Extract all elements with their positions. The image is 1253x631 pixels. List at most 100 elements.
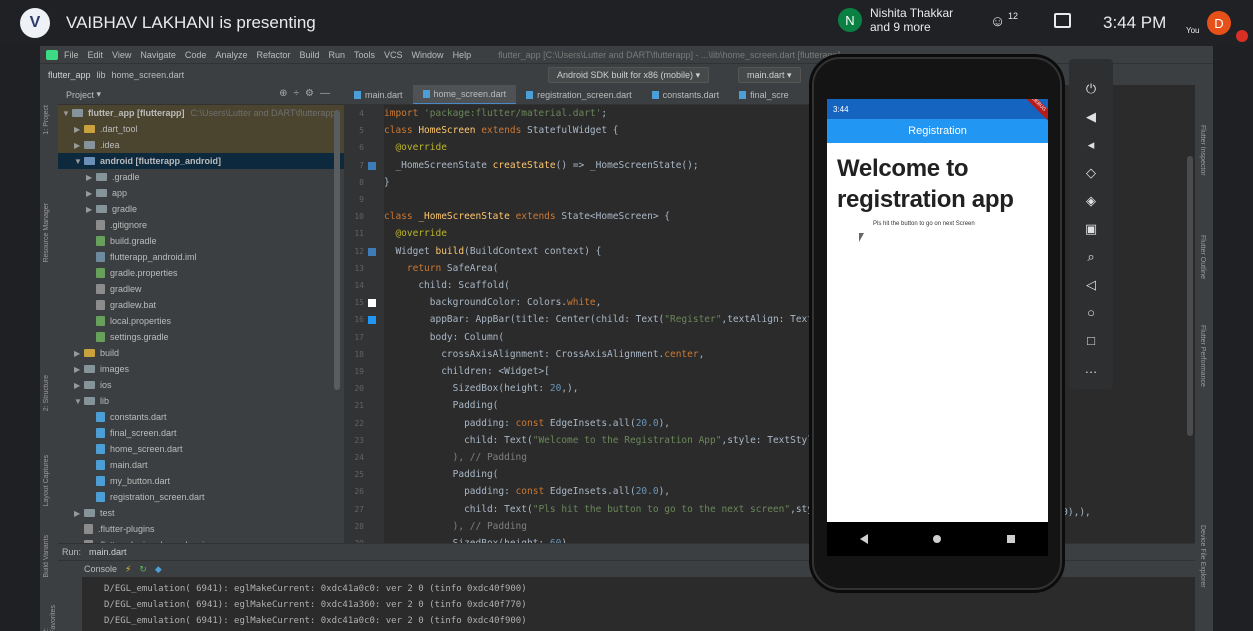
expand-arrow-icon[interactable]: ▼ <box>74 397 84 406</box>
expand-arrow-icon[interactable]: ▶ <box>86 173 96 182</box>
tree-item[interactable]: ▶ gradle <box>58 201 344 217</box>
nav-home-icon[interactable] <box>933 535 942 543</box>
home-icon[interactable]: ○ <box>1081 303 1101 323</box>
overview-icon[interactable]: □ <box>1081 331 1101 351</box>
tab-main[interactable]: main.dart <box>344 85 413 104</box>
tree-item[interactable]: final_screen.dart <box>58 425 344 441</box>
expand-arrow-icon[interactable]: ▶ <box>74 125 84 134</box>
run-config-tab[interactable]: main.dart <box>89 547 127 557</box>
tree-item[interactable]: ▶ images <box>58 361 344 377</box>
project-tool-tab[interactable]: 1: Project <box>43 105 50 135</box>
menu-vcs[interactable]: VCS <box>384 50 403 60</box>
people-icon[interactable]: ☺ <box>990 13 1005 30</box>
volume-down-icon[interactable]: ◂ <box>1081 135 1101 155</box>
tree-item[interactable]: ▶ .dart_tool <box>58 121 344 137</box>
breadcrumb-project[interactable]: flutter_app <box>48 70 91 80</box>
camera-icon[interactable]: ▣ <box>1081 219 1101 239</box>
menu-edit[interactable]: Edit <box>88 50 104 60</box>
expand-arrow-icon[interactable]: ▶ <box>86 205 96 214</box>
tree-item[interactable]: .flutter-plugins <box>58 521 344 537</box>
expand-arrow-icon[interactable]: ▶ <box>86 189 96 198</box>
menu-file[interactable]: File <box>64 50 79 60</box>
tree-item[interactable]: ▶ ios <box>58 377 344 393</box>
menu-build[interactable]: Build <box>299 50 319 60</box>
tree-item[interactable]: ▶ .gradle <box>58 169 344 185</box>
tree-item[interactable]: ▶ app <box>58 185 344 201</box>
menu-code[interactable]: Code <box>185 50 207 60</box>
expand-arrow-icon[interactable]: ▼ <box>62 109 72 118</box>
menu-tools[interactable]: Tools <box>354 50 375 60</box>
menu-navigate[interactable]: Navigate <box>140 50 176 60</box>
participants-summary[interactable]: N Nishita Thakkar and 9 more <box>838 6 953 34</box>
flutter-outline-tab[interactable]: Flutter Outline <box>1199 235 1206 279</box>
tree-item[interactable]: gradlew <box>58 281 344 297</box>
expand-arrow-icon[interactable]: ▶ <box>74 381 84 390</box>
nav-recent-icon[interactable] <box>1007 535 1016 543</box>
more-icon[interactable]: … <box>1081 359 1101 379</box>
zoom-icon[interactable]: ⌕ <box>1081 247 1101 267</box>
tree-item[interactable]: gradle.properties <box>58 265 344 281</box>
tree-item[interactable]: gradlew.bat <box>58 297 344 313</box>
power-icon[interactable]: ⏻ <box>1081 79 1101 99</box>
project-scrollbar[interactable] <box>334 110 340 390</box>
favorites-tab[interactable]: 2: Favorites <box>43 605 57 631</box>
phone-screen[interactable]: 3:44 DEBUG Registration Welcome to regis… <box>827 99 1048 522</box>
structure-tab[interactable]: 2: Structure <box>43 375 50 411</box>
tree-item[interactable]: settings.gradle <box>58 329 344 345</box>
flutter-performance-tab[interactable]: Flutter Performance <box>1199 325 1206 387</box>
code-editor[interactable]: import 'package:flutter/material.dart'; c… <box>384 105 824 543</box>
flutter-inspector-tab[interactable]: Flutter Inspector <box>1199 125 1206 176</box>
project-tools-icon[interactable]: ⊕÷⚙— <box>279 88 336 99</box>
volume-up-icon[interactable]: ◀ <box>1081 107 1101 127</box>
tab-home-screen[interactable]: home_screen.dart <box>412 85 517 104</box>
tree-item[interactable]: constants.dart <box>58 409 344 425</box>
back-icon[interactable]: ◁ <box>1081 275 1101 295</box>
tree-item[interactable]: ▶ .idea <box>58 137 344 153</box>
tree-item[interactable]: local.properties <box>58 313 344 329</box>
tab-registration-screen[interactable]: registration_screen.dart <box>516 85 642 104</box>
menu-refactor[interactable]: Refactor <box>256 50 290 60</box>
expand-arrow-icon[interactable]: ▼ <box>74 157 84 166</box>
tree-item[interactable]: registration_screen.dart <box>58 489 344 505</box>
tree-item[interactable]: my_button.dart <box>58 473 344 489</box>
tree-item[interactable]: main.dart <box>58 457 344 473</box>
run-config-selector[interactable]: main.dart ▾ <box>738 67 801 83</box>
menu-window[interactable]: Window <box>412 50 444 60</box>
tree-item[interactable]: build.gradle <box>58 233 344 249</box>
tree-item[interactable]: home_screen.dart <box>58 441 344 457</box>
menu-view[interactable]: View <box>112 50 131 60</box>
tree-item[interactable]: ▶ build <box>58 345 344 361</box>
device-file-explorer-tab[interactable]: Device File Explorer <box>1199 525 1206 588</box>
hot-restart-icon[interactable]: ↻ <box>139 564 147 575</box>
user-avatar[interactable]: D <box>1207 11 1231 35</box>
expand-arrow-icon[interactable]: ▶ <box>74 349 84 358</box>
tab-final-screen[interactable]: final_scre <box>729 85 799 104</box>
menu-run[interactable]: Run <box>329 50 346 60</box>
editor-scrollbar[interactable] <box>1187 156 1193 436</box>
tree-item[interactable]: ▼ flutter_app [flutterapp] C:\Users\Lutter… <box>58 105 344 121</box>
menu-help[interactable]: Help <box>453 50 472 60</box>
tree-item[interactable]: ▼ android [flutterapp_android] <box>58 153 344 169</box>
tree-item[interactable]: ▼ lib <box>58 393 344 409</box>
resource-manager-tab[interactable]: Resource Manager <box>43 203 50 263</box>
device-selector[interactable]: Android SDK built for x86 (mobile) ▾ <box>548 67 710 83</box>
expand-arrow-icon[interactable]: ▶ <box>74 365 84 374</box>
chat-icon[interactable] <box>1054 13 1071 28</box>
layout-captures-tab[interactable]: Layout Captures <box>43 455 50 506</box>
tree-item[interactable]: ▶ test <box>58 505 344 521</box>
hot-reload-icon[interactable]: ⚡ <box>125 564 131 575</box>
tree-item[interactable]: .gitignore <box>58 217 344 233</box>
expand-arrow-icon[interactable]: ▶ <box>74 141 84 150</box>
expand-arrow-icon[interactable]: ▶ <box>74 509 84 518</box>
rotate-right-icon[interactable]: ◈ <box>1081 191 1101 211</box>
breadcrumb-file[interactable]: home_screen.dart <box>112 70 185 80</box>
build-variants-tab[interactable]: Build Variants <box>43 535 50 578</box>
nav-back-icon[interactable] <box>859 534 868 544</box>
tree-item[interactable]: flutterapp_android.iml <box>58 249 344 265</box>
breadcrumb-lib[interactable]: lib <box>97 70 106 80</box>
project-dropdown[interactable]: Project <box>66 90 94 100</box>
rotate-left-icon[interactable]: ◇ <box>1081 163 1101 183</box>
console-tab[interactable]: Console <box>84 564 117 574</box>
tab-constants[interactable]: constants.dart <box>642 85 730 104</box>
flutter-icon[interactable]: ◆ <box>155 564 162 575</box>
